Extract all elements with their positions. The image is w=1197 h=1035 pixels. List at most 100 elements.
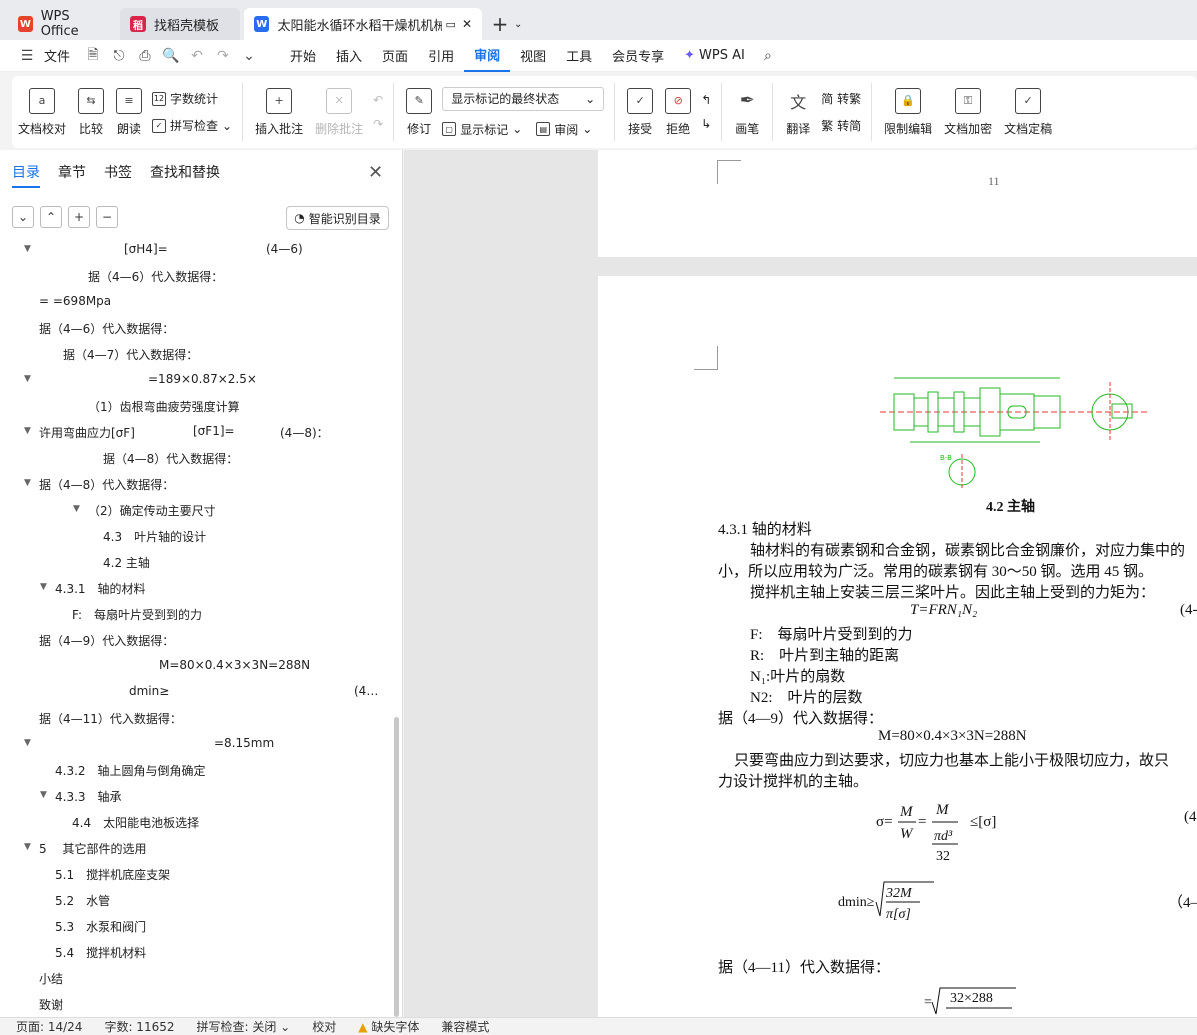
tab-template[interactable]: 稻 找稻壳模板 xyxy=(120,8,240,40)
review-pane-button[interactable]: ▤ 审阅 ⌄ xyxy=(536,121,592,138)
menu-insert[interactable]: 插入 xyxy=(326,40,372,72)
expand-arrow-icon[interactable]: ▼ xyxy=(24,426,31,436)
word-count-button[interactable]: 12 字数统计 xyxy=(152,90,232,107)
toc-item[interactable]: 据（4—8）代入数据得： xyxy=(103,450,238,470)
delete-comment-button[interactable]: ✕ 删除批注 xyxy=(309,80,369,144)
tab-find-replace[interactable]: 查找和替换 xyxy=(150,162,220,188)
menu-tools[interactable]: 工具 xyxy=(556,40,602,72)
page-indicator[interactable]: 页面: 14/24 xyxy=(16,1018,82,1035)
print-icon[interactable]: ⎙ xyxy=(132,40,158,72)
toc-item[interactable]: 据（4—6）代入数据得： xyxy=(39,320,174,340)
toc-item[interactable]: 5.3 水泵和阀门 xyxy=(55,918,146,938)
new-tab-button[interactable]: + xyxy=(486,8,514,40)
previous-change-icon[interactable]: ↰ xyxy=(701,93,711,107)
toc-item[interactable]: 4.4 太阳能电池板选择 xyxy=(72,814,199,834)
toc-item[interactable]: 5.4 搅拌机材料 xyxy=(55,944,146,964)
next-change-icon[interactable]: ↳ xyxy=(701,117,711,131)
menu-page[interactable]: 页面 xyxy=(372,40,418,72)
redo-icon[interactable]: ↷ xyxy=(210,40,236,72)
toc-item[interactable]: 据（4—9）代入数据得： xyxy=(39,632,174,652)
compare-button[interactable]: ⇆ 比较 xyxy=(72,80,110,144)
collapse-icon[interactable]: ⌄ xyxy=(12,206,34,228)
show-markup-button[interactable]: ▢ 显示标记 ⌄ xyxy=(442,121,522,138)
toc-item[interactable]: 5.1 搅拌机底座支架 xyxy=(55,866,170,886)
proofread-button[interactable]: a 文档校对 xyxy=(12,80,72,144)
undo-icon[interactable]: ↶ xyxy=(184,40,210,72)
close-tab-icon[interactable]: ✕ xyxy=(462,17,472,31)
expand-arrow-icon[interactable]: ▼ xyxy=(24,842,31,852)
toc-item[interactable]: M=80×0.4×3×3N=288N xyxy=(159,658,310,678)
encrypt-doc-button[interactable]: ⚿ 文档加密 xyxy=(938,80,998,144)
expand-arrow-icon[interactable]: ▼ xyxy=(24,374,31,384)
spell-check-status[interactable]: 拼写检查: 关闭 ⌄ xyxy=(197,1018,291,1035)
toc-item[interactable]: 4.3 叶片轴的设计 xyxy=(103,528,206,548)
more-chevron-icon[interactable]: ⌄ xyxy=(236,40,262,72)
tab-toc[interactable]: 目录 xyxy=(12,162,40,188)
search-icon[interactable]: ⌕ xyxy=(755,40,781,72)
toc-item[interactable]: 致谢 xyxy=(39,996,63,1016)
toc-item[interactable]: 4.3.3 轴承 xyxy=(55,788,122,808)
restrict-edit-button[interactable]: 🔒 限制编辑 xyxy=(878,80,938,144)
tab-wps-office[interactable]: W WPS Office xyxy=(8,8,116,40)
read-aloud-button[interactable]: ≡ 朗读 xyxy=(110,80,148,144)
save-icon[interactable]: 🗎 xyxy=(80,40,106,72)
toc-item[interactable]: 4.3.1 轴的材料 xyxy=(55,580,146,600)
accept-button[interactable]: ✓ 接受 xyxy=(621,80,659,144)
toc-item[interactable]: dmin≥ xyxy=(129,684,169,704)
toc-item[interactable]: =8.15mm xyxy=(214,736,274,756)
to-traditional-button[interactable]: 简 转繁 xyxy=(821,90,861,107)
print-preview-icon[interactable]: 🔍 xyxy=(158,40,184,72)
to-simplified-button[interactable]: 繁 转简 xyxy=(821,117,861,134)
add-icon[interactable]: + xyxy=(68,206,90,228)
toc-item[interactable]: （2）确定传动主要尺寸 xyxy=(88,502,216,522)
expand-arrow-icon[interactable]: ▼ xyxy=(73,504,80,514)
proofread-status[interactable]: 校对 xyxy=(312,1018,336,1035)
missing-font-status[interactable]: ▲ 缺失字体 xyxy=(358,1018,419,1035)
toc-item[interactable]: 许用弯曲应力[σF] xyxy=(39,424,135,444)
translate-button[interactable]: 文翻译 xyxy=(779,80,817,144)
tab-document[interactable]: W 太阳能水循环水稻干燥机机械 ▭ ✕ xyxy=(244,8,482,40)
toc-item[interactable]: = =698Mpa xyxy=(39,294,111,314)
toc-item[interactable]: 据（4—11）代入数据得： xyxy=(39,710,182,730)
finalize-doc-button[interactable]: ✓ 文档定稿 xyxy=(998,80,1058,144)
expand-arrow-icon[interactable]: ▼ xyxy=(24,478,31,488)
toc-item[interactable]: 小结 xyxy=(39,970,63,990)
toc-item[interactable]: 5.2 水管 xyxy=(55,892,110,912)
remove-icon[interactable]: − xyxy=(96,206,118,228)
toc-item[interactable]: 4.2 主轴 xyxy=(103,554,150,574)
markup-state-select[interactable]: 显示标记的最终状态 ⌄ xyxy=(442,86,605,111)
expand-arrow-icon[interactable]: ▼ xyxy=(40,582,47,592)
next-comment-icon[interactable]: ↷ xyxy=(373,117,383,131)
pen-button[interactable]: ✒ 画笔 xyxy=(728,80,766,144)
toc-item[interactable]: 据（4—8）代入数据得： xyxy=(39,476,174,496)
previous-comment-icon[interactable]: ↶ xyxy=(373,93,383,107)
toc-item[interactable]: 5 其它部件的选用 xyxy=(39,840,146,860)
menu-review[interactable]: 审阅 xyxy=(464,40,511,72)
expand-arrow-icon[interactable]: ▼ xyxy=(24,244,31,254)
close-panel-icon[interactable]: ✕ xyxy=(368,162,383,183)
toc-item[interactable]: 据（4—7）代入数据得： xyxy=(63,346,198,366)
expand-arrow-icon[interactable]: ▼ xyxy=(24,738,31,748)
toc-item[interactable]: 4.3.2 轴上圆角与倒角确定 xyxy=(55,762,206,782)
hamburger-menu-icon[interactable]: ☰ xyxy=(14,40,40,72)
menu-references[interactable]: 引用 xyxy=(418,40,464,72)
toc-item[interactable]: =189×0.87×2.5× xyxy=(148,372,257,392)
page-current[interactable]: B-B 4.2 主轴 4.3.1 轴的材料 轴材料的有碳素钢和合金钢，碳素钢比合… xyxy=(598,276,1197,1017)
spell-check-button[interactable]: ✓ 拼写检查 ⌄ xyxy=(152,117,232,134)
word-count-status[interactable]: 字数: 11652 xyxy=(104,1018,174,1035)
toc-item[interactable]: [σH4]= xyxy=(124,242,168,262)
menu-file[interactable]: 文件 xyxy=(40,40,80,72)
wps-ai-button[interactable]: ✦ WPS AI xyxy=(674,40,755,72)
expand-up-icon[interactable]: ⌃ xyxy=(40,206,62,228)
revise-button[interactable]: ✎ 修订 xyxy=(400,80,438,144)
menu-view[interactable]: 视图 xyxy=(510,40,556,72)
menu-membership[interactable]: 会员专享 xyxy=(602,40,674,72)
insert-comment-button[interactable]: + 插入批注 xyxy=(249,80,309,144)
smart-toc-button[interactable]: ◔ 智能识别目录 xyxy=(286,206,389,230)
share-icon[interactable]: ⎋ xyxy=(106,40,132,72)
tab-bookmarks[interactable]: 书签 xyxy=(104,162,132,188)
toc-item[interactable]: （1）齿根弯曲疲劳强度计算 xyxy=(88,398,240,418)
tab-list-chevron-icon[interactable]: ⌄ xyxy=(514,8,522,40)
toc-item[interactable]: F: 每扇叶片受到到的力 xyxy=(72,606,202,626)
tab-chapters[interactable]: 章节 xyxy=(58,162,86,188)
